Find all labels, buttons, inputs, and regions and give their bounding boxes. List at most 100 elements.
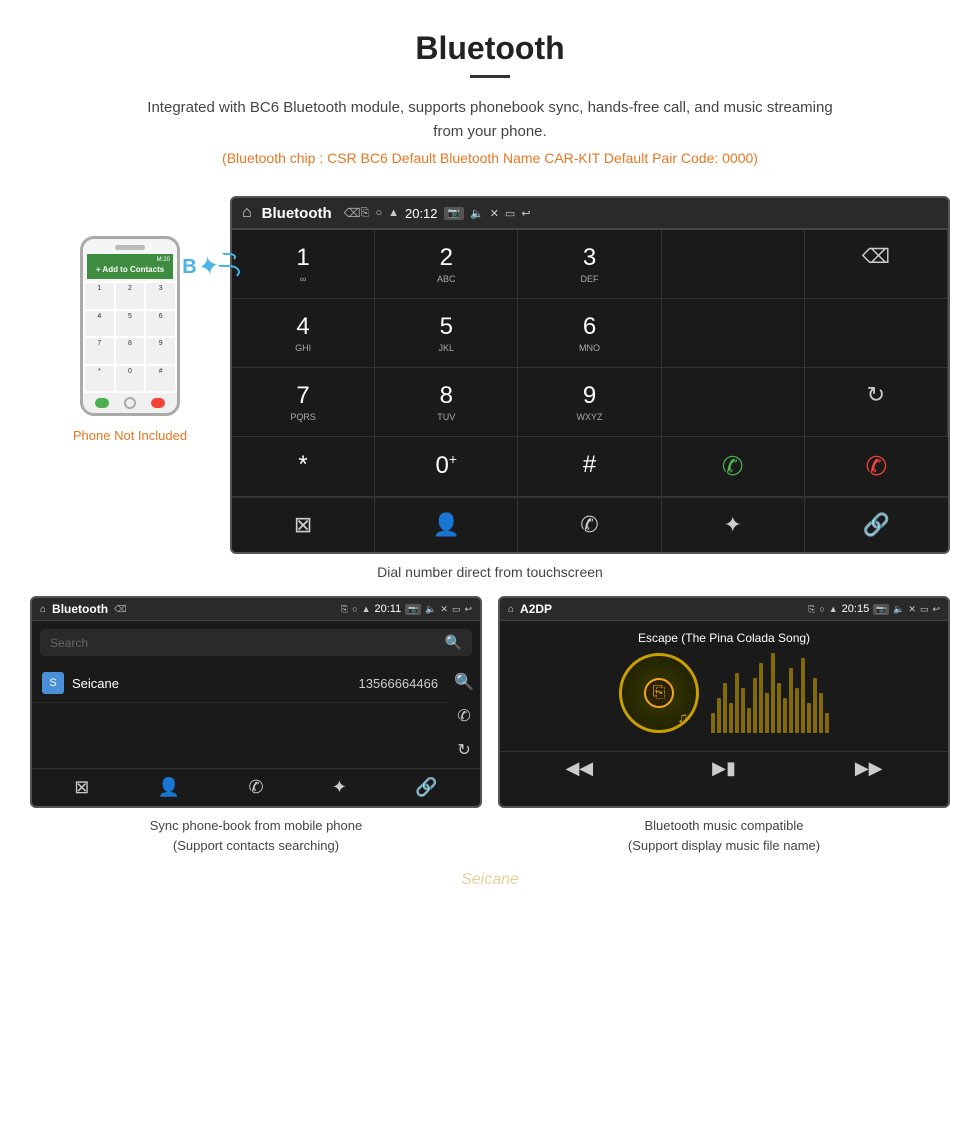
- pb-time: 20:11: [374, 603, 401, 615]
- music-song-title: Escape (The Pina Colada Song): [638, 631, 810, 645]
- music-vol-icon[interactable]: 🔈: [893, 604, 904, 615]
- pb-camera-icon[interactable]: 📷: [405, 604, 421, 615]
- phone-body: M:20 + Add to Contacts 123 456 789 *0#: [80, 236, 180, 416]
- dial-key-5[interactable]: 5 JKL: [375, 299, 518, 368]
- phone-mock: ✦ B ⎘ M:20 + Add to Contacts 123 456: [80, 236, 180, 416]
- dial-backspace-button[interactable]: ⌫: [805, 230, 948, 299]
- dial-screen-title: Bluetooth: [262, 205, 332, 222]
- music-status: ⎘ ○ ▲ 20:15 📷 🔈 ✕ ▭ ↩: [808, 603, 940, 615]
- bluetooth-waves: ✦ B: [198, 251, 220, 282]
- dial-bottom-link-button[interactable]: 🔗: [805, 498, 948, 552]
- pb-screen-icon[interactable]: ▭: [452, 604, 461, 615]
- phone-illustration: ✦ B ⎘ M:20 + Add to Contacts 123 456: [30, 196, 230, 443]
- dial-bottom-contacts-button[interactable]: 👤: [375, 498, 518, 552]
- phonebook-caption: Sync phone-book from mobile phone (Suppo…: [30, 816, 482, 855]
- pb-list: S Seicane 13566664466: [32, 664, 448, 768]
- phone-screen-top: M:20 + Add to Contacts: [87, 254, 173, 279]
- dial-key-6[interactable]: 6 MNO: [518, 299, 661, 368]
- dial-bottom-phone-button[interactable]: ✆: [518, 498, 661, 552]
- phone-end-button: [151, 398, 165, 408]
- pb-vol-icon[interactable]: 🔈: [425, 604, 436, 615]
- music-controls: ◀◀ ▶▮ ▶▶: [500, 751, 948, 785]
- dial-bottom-grid-button[interactable]: ⊠: [232, 498, 375, 552]
- music-content: Escape (The Pina Colada Song) ⎘ ♫: [500, 621, 948, 751]
- pb-status: ⎘ ○ ▲ 20:11 📷 🔈 ✕ ▭ ↩: [341, 603, 472, 615]
- pb-usb-icon: ⌫: [114, 604, 127, 615]
- music-caption: Bluetooth music compatible (Support disp…: [498, 816, 950, 855]
- music-screen-icon[interactable]: ▭: [920, 604, 929, 615]
- dial-key-2[interactable]: 2 ABC: [375, 230, 518, 299]
- dial-display-area: [662, 230, 805, 299]
- pb-call-right-icon[interactable]: ✆: [454, 706, 474, 726]
- pb-bottom-bt[interactable]: ✦: [332, 777, 347, 798]
- dial-key-4[interactable]: 4 GHI: [232, 299, 375, 368]
- pb-bottom-link[interactable]: 🔗: [415, 777, 437, 798]
- volume-icon[interactable]: 🔈: [470, 207, 484, 220]
- phone-not-included-label: Phone Not Included: [30, 428, 230, 443]
- screen-icon[interactable]: ▭: [505, 207, 515, 220]
- play-pause-button[interactable]: ▶▮: [712, 758, 736, 779]
- dial-key-3[interactable]: 3 DEF: [518, 230, 661, 299]
- pb-home-icon[interactable]: ⌂: [40, 604, 46, 615]
- pb-bottom-phone[interactable]: ✆: [248, 777, 263, 798]
- watermark-area: Seicane: [0, 867, 980, 899]
- pb-search-icon[interactable]: 🔍: [445, 634, 462, 651]
- next-track-button[interactable]: ▶▶: [855, 758, 883, 779]
- dial-key-8[interactable]: 8 TUV: [375, 368, 518, 437]
- back-icon[interactable]: ↩: [521, 207, 530, 220]
- pb-back-icon[interactable]: ↩: [464, 604, 472, 615]
- pb-refresh-right-icon[interactable]: ↻: [454, 740, 474, 760]
- screen-status: ⎘ ○ ▲ 20:12 📷 🔈 ✕ ▭ ↩: [361, 206, 531, 221]
- dial-redial-button[interactable]: ↻: [805, 368, 948, 437]
- dial-bottom-bt-button[interactable]: ✦: [662, 498, 805, 552]
- dial-key-7[interactable]: 7 PQRS: [232, 368, 375, 437]
- dial-key-9[interactable]: 9 WXYZ: [518, 368, 661, 437]
- music-back-icon[interactable]: ↩: [932, 604, 940, 615]
- pb-contact-row[interactable]: S Seicane 13566664466: [32, 664, 448, 703]
- pb-contact-avatar: S: [42, 672, 64, 694]
- pb-bottom-grid[interactable]: ⊠: [74, 777, 89, 798]
- pb-right-icons: 🔍 ✆ ↻: [448, 664, 480, 768]
- signal-icon: ▲: [388, 207, 399, 219]
- album-art: ⎘ ♫: [619, 653, 699, 733]
- dial-key-0[interactable]: 0+: [375, 437, 518, 497]
- dial-key-1[interactable]: 1 ∞: [232, 230, 375, 299]
- phone-home-button: [124, 397, 136, 409]
- usb-icon: ⌫: [344, 206, 361, 220]
- phonebook-screen: ⌂ Bluetooth ⌫ ⎘ ○ ▲ 20:11 📷 🔈 ✕ ▭ ↩ Sear…: [30, 596, 482, 808]
- dial-key-star[interactable]: *: [232, 437, 375, 497]
- pb-title: Bluetooth: [52, 602, 108, 616]
- dial-call-button[interactable]: ✆: [662, 437, 805, 497]
- pb-search-right-icon[interactable]: 🔍: [454, 672, 474, 692]
- camera-icon[interactable]: 📷: [444, 207, 464, 220]
- pb-bottom-contacts[interactable]: 👤: [158, 777, 180, 798]
- bluetooth-specs: (Bluetooth chip : CSR BC6 Default Blueto…: [20, 150, 960, 166]
- pb-search-bar: Search 🔍: [40, 629, 472, 656]
- dial-pad-grid: 1 ∞ 2 ABC 3 DEF ⌫ 4 GHI 5 JKL: [232, 229, 948, 497]
- pb-top-bar: ⌂ Bluetooth ⌫ ⎘ ○ ▲ 20:11 📷 🔈 ✕ ▭ ↩: [32, 598, 480, 621]
- phonebook-block: ⌂ Bluetooth ⌫ ⎘ ○ ▲ 20:11 📷 🔈 ✕ ▭ ↩ Sear…: [30, 596, 482, 855]
- dial-caption: Dial number direct from touchscreen: [0, 564, 980, 580]
- page-header: Bluetooth Integrated with BC6 Bluetooth …: [0, 0, 980, 196]
- music-home-icon[interactable]: ⌂: [508, 604, 514, 615]
- dial-key-hash[interactable]: #: [518, 437, 661, 497]
- music-top-bar: ⌂ A2DP ⎘ ○ ▲ 20:15 📷 🔈 ✕ ▭ ↩: [500, 598, 948, 621]
- music-note-icon: ♫: [678, 709, 689, 725]
- music-center: ⎘ ♫: [619, 653, 829, 733]
- dial-end-button[interactable]: ✆: [805, 437, 948, 497]
- prev-track-button[interactable]: ◀◀: [565, 758, 593, 779]
- close-icon[interactable]: ✕: [490, 207, 499, 220]
- music-visualizer: [711, 653, 829, 733]
- bottom-screenshots: ⌂ Bluetooth ⌫ ⎘ ○ ▲ 20:11 📷 🔈 ✕ ▭ ↩ Sear…: [0, 596, 980, 855]
- music-close-icon[interactable]: ✕: [908, 604, 916, 615]
- music-block: ⌂ A2DP ⎘ ○ ▲ 20:15 📷 🔈 ✕ ▭ ↩ Escape (The…: [498, 596, 950, 855]
- music-screen: ⌂ A2DP ⎘ ○ ▲ 20:15 📷 🔈 ✕ ▭ ↩ Escape (The…: [498, 596, 950, 808]
- home-icon[interactable]: ⌂: [242, 204, 252, 222]
- title-divider: [470, 75, 510, 78]
- pb-close-icon[interactable]: ✕: [440, 604, 448, 615]
- page-title: Bluetooth: [20, 30, 960, 67]
- music-camera-icon[interactable]: 📷: [873, 604, 889, 615]
- dial-bottom-row: ⊠ 👤 ✆ ✦ 🔗: [232, 497, 948, 552]
- music-title: A2DP: [520, 602, 552, 616]
- bt-status-icon: ⎘: [361, 207, 370, 220]
